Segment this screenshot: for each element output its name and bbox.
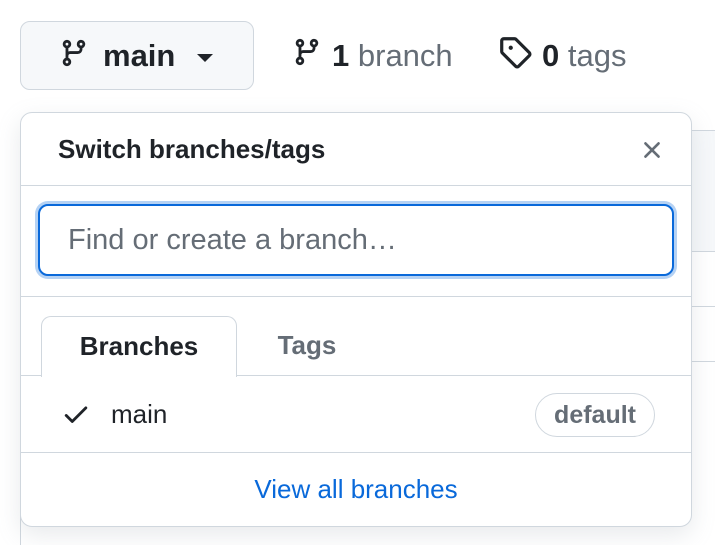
dropdown-header: Switch branches/tags	[21, 113, 691, 186]
caret-down-icon	[197, 53, 214, 62]
tags-count-link[interactable]: 0 tags	[498, 33, 626, 79]
tab-branches[interactable]: Branches	[41, 316, 237, 377]
git-branch-icon	[292, 35, 322, 77]
branch-list-item[interactable]: main default	[21, 376, 691, 453]
tab-bar: Branches Tags	[21, 297, 691, 377]
check-icon	[61, 398, 93, 430]
dropdown-footer: View all branches	[21, 453, 691, 525]
branches-count-link[interactable]: 1 branch	[292, 33, 453, 79]
branch-select-button[interactable]: main	[20, 21, 254, 90]
branches-label: branch	[357, 38, 453, 73]
branch-name: main	[111, 398, 168, 429]
tab-tags[interactable]: Tags	[237, 316, 377, 375]
dropdown-title: Switch branches/tags	[58, 133, 326, 164]
repo-branch-switcher: main 1 branch 0 tags Switch branches/tag…	[0, 0, 715, 545]
branch-switcher-dropdown: Switch branches/tags Branches Tags main …	[20, 112, 692, 527]
tags-count: 0	[542, 38, 560, 73]
tag-icon	[498, 35, 532, 77]
current-branch-label: main	[103, 37, 176, 73]
filter-section	[21, 186, 691, 297]
branch-filter-input[interactable]	[38, 204, 674, 276]
default-badge: default	[535, 393, 655, 437]
git-branch-icon	[59, 36, 89, 75]
tags-label: tags	[567, 38, 627, 73]
branches-count: 1	[332, 38, 350, 73]
close-icon[interactable]	[635, 133, 669, 167]
view-all-branches-link[interactable]: View all branches	[254, 474, 457, 505]
